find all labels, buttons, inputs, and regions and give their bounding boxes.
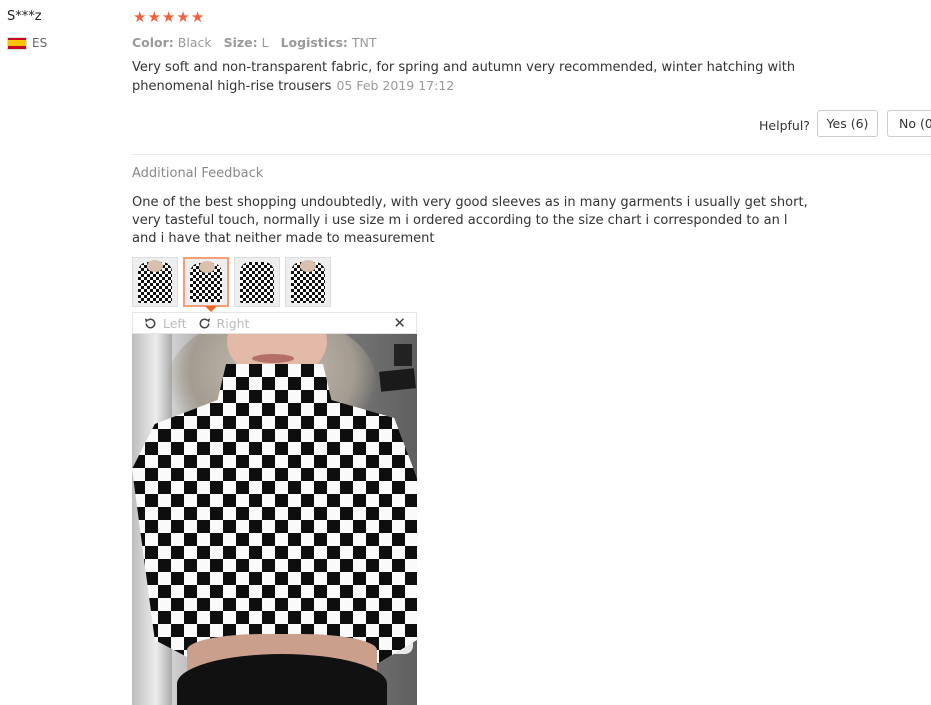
order-attributes: Color: Black Size: L Logistics: TNT xyxy=(132,35,385,50)
reviewer-name: S***z xyxy=(7,9,42,24)
additional-feedback-text: One of the best shopping undoubtedly, wi… xyxy=(132,195,808,246)
size-label: Size: xyxy=(223,35,258,50)
reviewer-country: ES xyxy=(7,36,47,50)
star-icon: ★ xyxy=(133,8,147,26)
review-body: Very soft and non-transparent fabric, fo… xyxy=(132,59,837,96)
photo-thumbnail[interactable] xyxy=(285,257,331,307)
rotate-left-label: Left xyxy=(163,315,187,331)
country-code: ES xyxy=(32,36,48,50)
additional-feedback-title: Additional Feedback xyxy=(132,166,264,181)
helpful-yes-button[interactable]: Yes (6) xyxy=(817,110,878,137)
rotate-left-button[interactable]: Left xyxy=(143,316,187,331)
logistics-value: TNT xyxy=(351,35,377,50)
rotate-right-icon xyxy=(199,317,210,328)
logistics-label: Logistics: xyxy=(280,35,348,50)
review-text: Very soft and non-transparent fabric, fo… xyxy=(132,60,796,94)
star-icon: ★ xyxy=(176,8,190,26)
photo-viewer-toolbar: Left Right ✕ xyxy=(132,312,417,334)
rotate-left-icon xyxy=(144,317,156,328)
size-value: L xyxy=(261,35,269,50)
star-icon: ★ xyxy=(161,8,176,26)
photo-thumbnail[interactable] xyxy=(132,257,178,307)
rotate-right-label: Right xyxy=(216,315,250,331)
review-date: 05 Feb 2019 17:12 xyxy=(336,78,455,93)
helpful-no-button[interactable]: No (0) xyxy=(887,110,931,137)
photo-thumbnail-active[interactable] xyxy=(183,257,229,307)
star-icon: ★ xyxy=(147,8,161,26)
review-photo xyxy=(132,334,417,705)
color-value: Black xyxy=(177,35,212,50)
rotate-right-button[interactable]: Right xyxy=(197,315,250,331)
photo-thumbnail[interactable] xyxy=(234,257,280,307)
star-rating: ★ ★ ★ ★ ★ xyxy=(133,10,204,25)
divider xyxy=(132,154,931,155)
color-label: Color: xyxy=(132,35,174,50)
spain-flag-icon xyxy=(7,36,27,50)
star-icon: ★ xyxy=(190,8,205,26)
helpful-label: Helpful? xyxy=(759,118,810,133)
photo-thumbnails xyxy=(132,257,331,307)
close-icon[interactable]: ✕ xyxy=(393,314,406,332)
